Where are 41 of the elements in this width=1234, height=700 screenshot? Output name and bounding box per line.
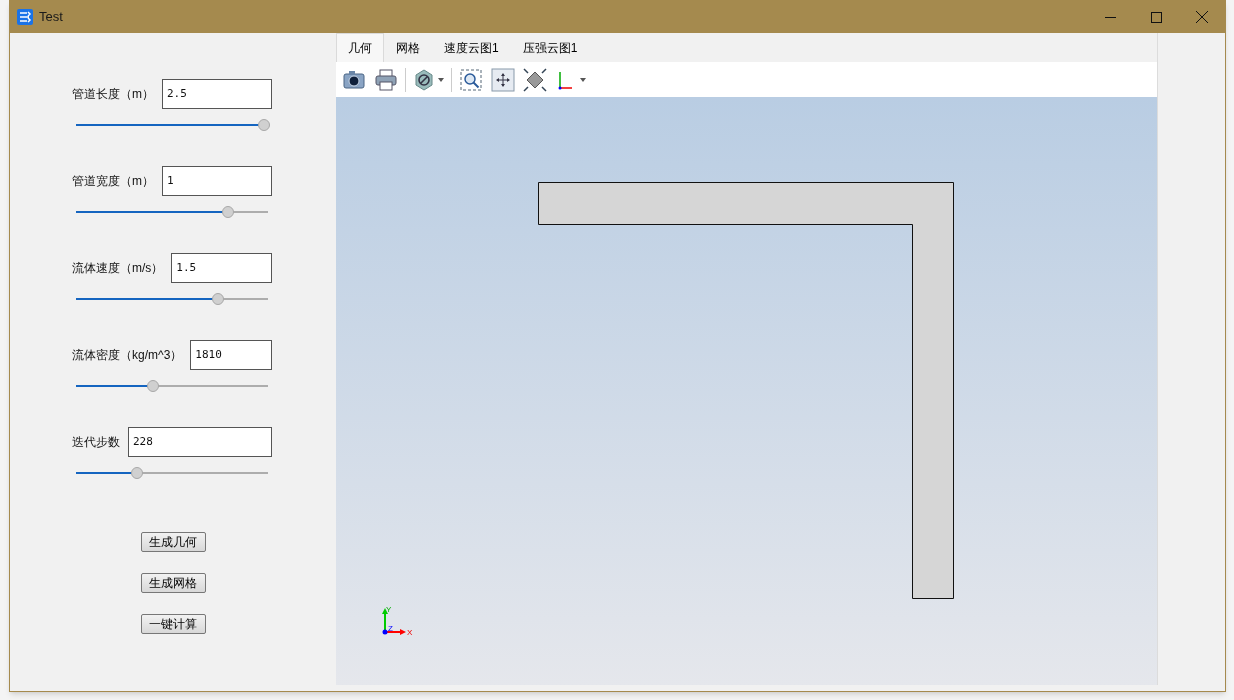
- axis-x-label: X: [407, 628, 413, 637]
- action-button[interactable]: 生成网格: [140, 573, 206, 593]
- slider[interactable]: [76, 119, 268, 131]
- parameter-label: 管道长度（m）: [72, 86, 154, 103]
- parameter-label: 流体密度（kg/m^3）: [72, 347, 183, 364]
- window-title: Test: [39, 8, 63, 27]
- toolbar-button[interactable]: [490, 65, 516, 94]
- slider-thumb[interactable]: [221, 206, 234, 218]
- maximize-icon: [1150, 11, 1162, 23]
- axis-triad-icon: [382, 608, 406, 635]
- parameter-label: 管道宽度（m）: [72, 173, 154, 190]
- input-field[interactable]: 228: [128, 427, 272, 457]
- slider-thumb[interactable]: [146, 380, 159, 392]
- axis-z-label: Z: [388, 624, 393, 633]
- action-button[interactable]: 一键计算: [140, 614, 206, 634]
- close-icon: [1196, 11, 1208, 23]
- tab[interactable]: 压强云图1: [510, 33, 590, 62]
- input-field[interactable]: 1.5: [171, 253, 272, 283]
- tab[interactable]: 几何: [336, 33, 384, 62]
- fit-diamond-icon: [523, 67, 547, 92]
- slider[interactable]: [76, 293, 268, 305]
- input-field[interactable]: 1: [162, 166, 272, 196]
- slider-thumb[interactable]: [258, 119, 271, 131]
- parameter-label: 迭代步数: [72, 434, 120, 451]
- pan-arrows-icon: [491, 67, 515, 92]
- printer-icon: [374, 67, 398, 92]
- tab[interactable]: 网格: [384, 33, 432, 62]
- slider[interactable]: [76, 467, 268, 479]
- axis-y-label: Y: [386, 605, 392, 614]
- action-button[interactable]: 生成几何: [140, 532, 206, 552]
- input-field[interactable]: 1810: [190, 340, 272, 370]
- tab[interactable]: 速度云图1: [432, 33, 511, 62]
- slider[interactable]: [76, 206, 268, 218]
- zoom-box-icon: [459, 67, 483, 92]
- slider[interactable]: [76, 380, 268, 392]
- parameter-label: 流体速度（m/s）: [72, 260, 164, 277]
- slider-thumb[interactable]: [131, 467, 144, 479]
- input-field[interactable]: 2.5: [162, 79, 272, 109]
- app-icon: [17, 9, 33, 25]
- slider-thumb[interactable]: [212, 293, 225, 305]
- toolbar-button[interactable]: [522, 65, 548, 94]
